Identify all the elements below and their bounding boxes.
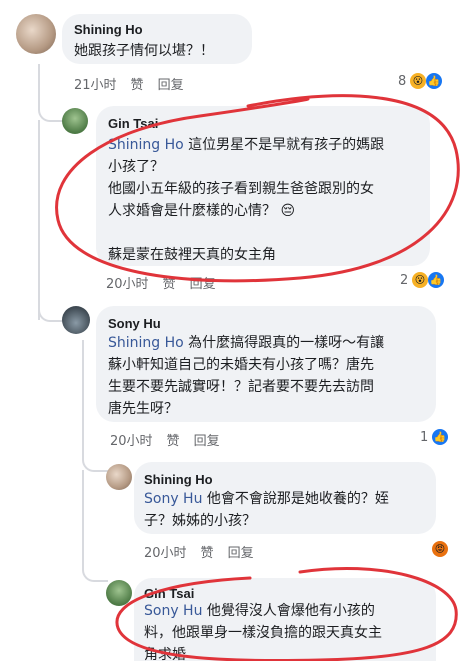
- annotation-overlay: [55, 94, 460, 661]
- red-annotation-circle: [115, 566, 458, 661]
- red-annotation-circle: [55, 94, 460, 283]
